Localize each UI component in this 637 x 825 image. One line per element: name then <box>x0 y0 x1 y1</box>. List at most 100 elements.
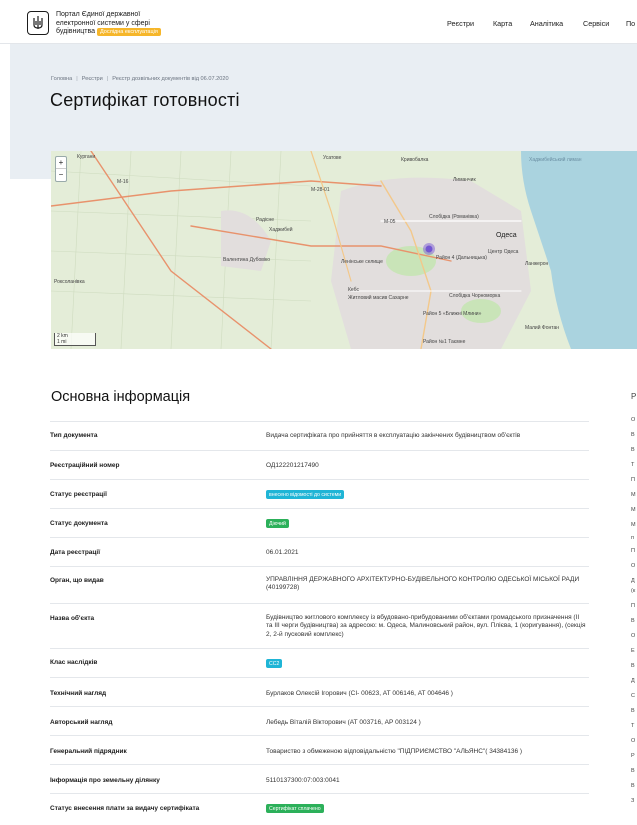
map-label-leninske: Ленінське селище <box>341 259 383 265</box>
nav-map[interactable]: Карта <box>493 19 512 28</box>
side-letter: С <box>631 693 635 699</box>
map-label-lymanchyk: Лиманчик <box>453 177 476 183</box>
map-label-sakharne: Житловий масив Сахарне <box>348 294 409 301</box>
row-key: Статус реєстрації <box>50 491 107 498</box>
map-label-kebs: Кебс <box>348 287 359 293</box>
side-letter: В <box>631 618 635 624</box>
section-title: Основна інформація <box>51 389 191 405</box>
row-key: Статус документа <box>50 520 108 527</box>
side-letter: В <box>631 708 635 714</box>
side-letter: (к <box>631 588 636 594</box>
map-label-raion4: Район 4 (Дальницька) <box>436 254 487 261</box>
breadcrumb-home[interactable]: Головна <box>51 76 72 82</box>
map-label-kurhany: Кургани <box>77 154 95 160</box>
side-letter: М <box>631 522 636 528</box>
row-key: Тип документа <box>50 432 98 439</box>
table-row: Технічний нагляд Бурлаков Олексій Ігоров… <box>50 677 589 706</box>
table-row: Статус внесення плати за видачу сертифік… <box>50 793 589 822</box>
scale-mi: 1 mi <box>57 339 67 345</box>
side-letter: О <box>631 417 636 423</box>
map-label-raion1: Район №1 Таємне <box>423 338 466 345</box>
table-row: Дата реєстрації 06.01.2021 <box>50 537 589 566</box>
trident-logo-icon[interactable] <box>27 11 49 35</box>
row-key: Дата реєстрації <box>50 549 101 556</box>
side-letter: Д <box>631 578 635 584</box>
map-label-valentyna: Валентина Дубовіко <box>223 257 270 263</box>
breadcrumb: Головна | Реєстри | Реєстр дозвільних докуме… <box>51 76 229 82</box>
map-label-khadzhybei: Хаджибей <box>269 226 293 233</box>
map-scale: 2 km 1 mi <box>54 333 96 346</box>
map-label-malyi-fontan: Малий Фонтан <box>525 324 559 331</box>
table-row: Генеральний підрядник Товариство з обмеж… <box>50 735 589 764</box>
side-letter: Е <box>631 648 635 654</box>
map-canvas: Кургани М-16 М-28-01 Усатове Лиманчик Кр… <box>51 151 637 349</box>
row-value: 06.01.2021 <box>266 549 299 556</box>
breadcrumb-registries[interactable]: Реєстри <box>82 76 103 82</box>
table-row: Орган, що видав УПРАВЛІННЯ ДЕРЖАВНОГО АР… <box>50 566 589 603</box>
map-label-tsentr: Центр Одеса <box>488 249 519 255</box>
brand-line-2: електронної системи у сфері <box>56 19 150 27</box>
map-label-m05: М-05 <box>384 219 396 225</box>
side-letter: Т <box>631 462 635 468</box>
table-row: Реєстраційний номер ОД122201217490 <box>50 450 589 479</box>
side-letter: М <box>631 507 636 513</box>
row-key: Авторський нагляд <box>50 719 113 726</box>
side-letter: О <box>631 563 636 569</box>
status-badge: Діючий <box>266 519 289 528</box>
row-value: 5110137300:07:003:0041 <box>266 777 340 784</box>
row-key: Назва об'єкта <box>50 615 95 622</box>
row-value: Видача сертифіката про прийняття в експл… <box>266 432 521 439</box>
table-row: Статус реєстрації внесено відомості до с… <box>50 479 589 508</box>
side-letter: З <box>631 798 635 804</box>
side-letter: П <box>631 603 635 609</box>
payment-badge: Сертифікат сплачено <box>266 804 324 813</box>
brand-line-1: Портал Єдиної державної <box>56 11 141 18</box>
side-letter: Д <box>631 678 635 684</box>
row-key: Інформація про земельну ділянку <box>50 777 160 784</box>
side-letter: п <box>631 535 634 541</box>
table-row: Назва об'єкта Будівництво житлового комп… <box>50 603 589 648</box>
table-row: Статус документа Діючий <box>50 508 589 537</box>
table-row: Інформація про земельну ділянку 51101373… <box>50 764 589 793</box>
nav-registries[interactable]: Реєстри <box>447 19 474 28</box>
row-value: Лебедь Віталій Вікторович (АТ 003716, АР… <box>266 719 421 726</box>
row-value: Будівництво житлового комплексу із вбудо… <box>266 614 586 638</box>
row-key: Орган, що видав <box>50 577 104 584</box>
brand-line-3: будівництва <box>56 28 96 36</box>
status-badge: внесено відомості до системи <box>266 490 345 499</box>
nav-services[interactable]: Сервіси <box>583 19 609 28</box>
info-table: Тип документа Видача сертифіката про при… <box>50 421 589 822</box>
side-letter: О <box>631 738 636 744</box>
zoom-in-button[interactable]: + <box>56 157 66 169</box>
beta-badge: Дослідна експлуатація <box>97 28 161 37</box>
location-map[interactable]: Кургани М-16 М-28-01 Усатове Лиманчик Кр… <box>51 151 637 349</box>
side-letter: М <box>631 492 636 498</box>
portal-brand[interactable]: Портал Єдиної державної електронної сист… <box>56 11 196 37</box>
side-letter: Т <box>631 723 635 729</box>
side-letter: В <box>631 783 635 789</box>
map-label-roksolanivka: Роксоланівка <box>54 279 85 285</box>
map-label-usatove: Усатове <box>323 155 342 161</box>
row-key: Генеральний підрядник <box>50 748 127 755</box>
side-letter: П <box>631 477 635 483</box>
map-label-raion5: Район 5 «Ближні Млини» <box>423 310 482 317</box>
nav-more[interactable]: По <box>626 19 635 28</box>
side-letter: В <box>631 663 635 669</box>
row-value: Бурлаков Олексій Ігорович (СІ- 00623, АТ… <box>266 690 453 697</box>
zoom-out-button[interactable]: − <box>56 169 66 181</box>
row-key: Статус внесення плати за видачу сертифік… <box>50 805 200 812</box>
side-panel-truncated: Р О В В Т П М М М п П О Д (к П В О Е В Д… <box>629 380 637 810</box>
map-label-lyman: Хаджибейський лиман <box>529 156 582 163</box>
row-key: Реєстраційний номер <box>50 462 120 469</box>
table-row: Авторський нагляд Лебедь Віталій Вікторо… <box>50 706 589 735</box>
row-value: Товариство з обмеженою відповідальністю … <box>266 748 523 755</box>
table-row: Клас наслідків СС2 <box>50 648 589 677</box>
side-letter: В <box>631 447 635 453</box>
page-title: Сертифікат готовності <box>50 90 240 110</box>
side-letter: В <box>631 768 635 774</box>
breadcrumb-current: Реєстр дозвільних документів від 06.07.2… <box>112 76 229 82</box>
map-label-kryvobalka: Кривобалка <box>401 157 429 163</box>
row-key: Технічний нагляд <box>50 690 107 697</box>
nav-analytics[interactable]: Аналітика <box>530 19 563 28</box>
side-letter: О <box>631 633 636 639</box>
